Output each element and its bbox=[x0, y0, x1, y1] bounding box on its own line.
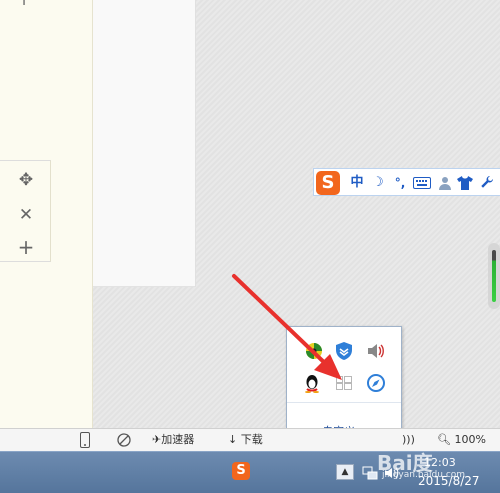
punctuation-icon[interactable]: °, bbox=[390, 173, 410, 193]
plus-icon[interactable]: + bbox=[16, 0, 32, 9]
sogou-taskbar-icon[interactable]: S bbox=[232, 462, 250, 480]
baidu-watermark-url: jingyan.baidu.com bbox=[382, 470, 466, 480]
move-icon[interactable]: ✥ bbox=[17, 171, 35, 189]
zoom-level: 100% bbox=[454, 433, 486, 446]
ime-mode-label[interactable]: 中 bbox=[348, 173, 366, 193]
leaf-icon[interactable] bbox=[116, 432, 132, 448]
speaker-icon[interactable]: ))) bbox=[402, 432, 415, 448]
annotation-arrow bbox=[232, 274, 342, 380]
browser-compass-icon[interactable] bbox=[366, 373, 386, 393]
moon-icon[interactable]: ☽ bbox=[370, 173, 386, 193]
zoom-control[interactable]: 🔍︎ 100% bbox=[437, 432, 486, 448]
popup-divider bbox=[287, 402, 401, 403]
download-button[interactable]: ↓ 下载 bbox=[228, 432, 263, 448]
shirt-icon[interactable] bbox=[456, 173, 474, 193]
document-area bbox=[93, 0, 196, 287]
accelerator-button[interactable]: ✈加速器 bbox=[152, 432, 194, 448]
left-toolbox: ✥ ✕ + bbox=[0, 160, 51, 262]
keyboard-icon[interactable] bbox=[412, 173, 432, 193]
accelerator-label: 加速器 bbox=[161, 433, 195, 446]
speaker-icon[interactable] bbox=[366, 341, 386, 361]
download-arrow-icon: ↓ bbox=[228, 433, 238, 446]
browser-status-bar: ✈加速器 ↓ 下载 ))) 🔍︎ 100% bbox=[0, 428, 500, 451]
download-label: 下载 bbox=[240, 433, 263, 446]
phone-icon[interactable] bbox=[80, 432, 90, 448]
plus-icon[interactable]: + bbox=[17, 237, 35, 257]
status-indicator bbox=[492, 250, 496, 302]
show-hidden-icons-button[interactable]: ▲ bbox=[336, 464, 354, 480]
wrench-icon[interactable] bbox=[478, 173, 496, 193]
sogou-logo-icon[interactable]: S bbox=[316, 171, 340, 195]
ime-toolbar: S 中 ☽ °, bbox=[313, 168, 500, 196]
zoom-icon: 🔍︎ bbox=[437, 433, 451, 446]
user-icon[interactable] bbox=[436, 173, 454, 193]
network-icon[interactable] bbox=[362, 465, 378, 481]
plane-icon: ✈ bbox=[152, 433, 162, 446]
close-icon[interactable]: ✕ bbox=[17, 206, 35, 224]
